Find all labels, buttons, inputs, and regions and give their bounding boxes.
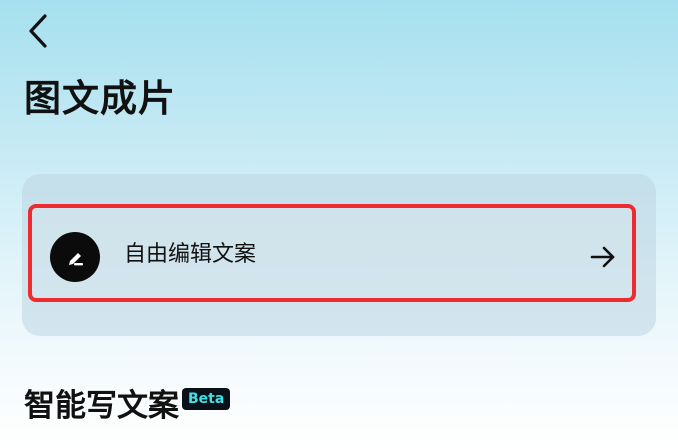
ai-write-title: 智能写文案 — [24, 388, 179, 424]
beta-badge: Beta — [182, 388, 231, 410]
chevron-left-icon — [29, 14, 47, 48]
arrow-right-icon — [590, 246, 615, 268]
free-edit-button[interactable]: 自由编辑文案 — [28, 204, 636, 302]
free-edit-label: 自由编辑文案 — [124, 242, 257, 267]
page-title: 图文成片 — [24, 77, 176, 120]
pen-icon — [50, 232, 100, 282]
back-button[interactable] — [20, 10, 56, 52]
